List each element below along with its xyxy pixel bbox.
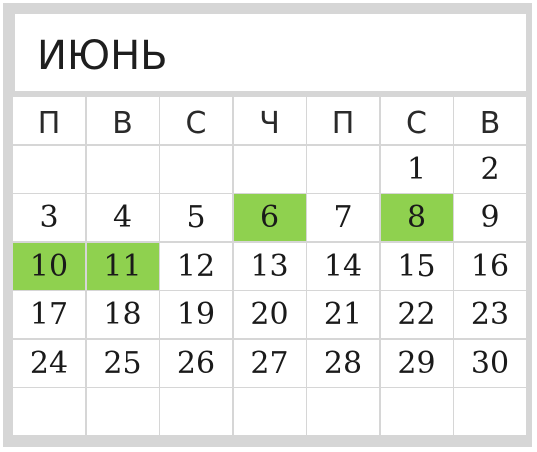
weekday-fri: П: [307, 97, 379, 144]
day-cell[interactable]: 24: [13, 339, 85, 387]
day-cell[interactable]: 25: [86, 339, 159, 387]
day-cell: [233, 145, 306, 193]
day-cell[interactable]: 6: [233, 194, 306, 241]
day-cell: [454, 388, 526, 435]
day-cell[interactable]: 10: [13, 242, 85, 290]
calendar: ИЮНЬ П В С Ч П С В 1 2 3 4 5 6 7 8 9 10 …: [3, 3, 532, 447]
day-cell[interactable]: 26: [160, 339, 232, 387]
day-cell[interactable]: 17: [13, 291, 85, 338]
day-cell[interactable]: 11: [86, 242, 159, 290]
weekday-tue: В: [86, 97, 159, 144]
day-cell[interactable]: 27: [233, 339, 306, 387]
day-cell[interactable]: 20: [233, 291, 306, 338]
day-cell[interactable]: 5: [160, 194, 232, 241]
calendar-grid: П В С Ч П С В 1 2 3 4 5 6 7 8 9 10 11 12…: [13, 97, 526, 439]
weekday-sat: С: [380, 97, 453, 144]
day-cell[interactable]: 13: [233, 242, 306, 290]
day-cell: [233, 388, 306, 435]
day-cell[interactable]: 19: [160, 291, 232, 338]
day-cell: [86, 145, 159, 193]
day-cell[interactable]: 18: [86, 291, 159, 338]
day-cell[interactable]: 2: [454, 145, 526, 193]
day-cell: [307, 145, 379, 193]
day-cell[interactable]: 28: [307, 339, 379, 387]
day-cell[interactable]: 22: [380, 291, 453, 338]
month-title: ИЮНЬ: [37, 33, 168, 79]
day-cell: [160, 388, 232, 435]
day-cell[interactable]: 16: [454, 242, 526, 290]
day-cell: [380, 388, 453, 435]
weekday-mon: П: [13, 97, 85, 144]
month-header: ИЮНЬ: [15, 14, 526, 91]
weekday-thu: Ч: [233, 97, 306, 144]
day-cell: [307, 388, 379, 435]
day-cell[interactable]: 7: [307, 194, 379, 241]
day-cell[interactable]: 1: [380, 145, 453, 193]
day-cell[interactable]: 29: [380, 339, 453, 387]
day-cell: [13, 145, 85, 193]
day-cell[interactable]: 3: [13, 194, 85, 241]
day-cell[interactable]: 12: [160, 242, 232, 290]
day-cell: [86, 388, 159, 435]
day-cell[interactable]: 14: [307, 242, 379, 290]
day-cell[interactable]: 9: [454, 194, 526, 241]
day-cell: [13, 388, 85, 435]
day-cell[interactable]: 15: [380, 242, 453, 290]
weekday-wed: С: [160, 97, 232, 144]
day-cell[interactable]: 21: [307, 291, 379, 338]
day-cell[interactable]: 23: [454, 291, 526, 338]
day-cell[interactable]: 30: [454, 339, 526, 387]
weekday-sun: В: [454, 97, 526, 144]
day-cell[interactable]: 4: [86, 194, 159, 241]
day-cell[interactable]: 8: [380, 194, 453, 241]
day-cell: [160, 145, 232, 193]
